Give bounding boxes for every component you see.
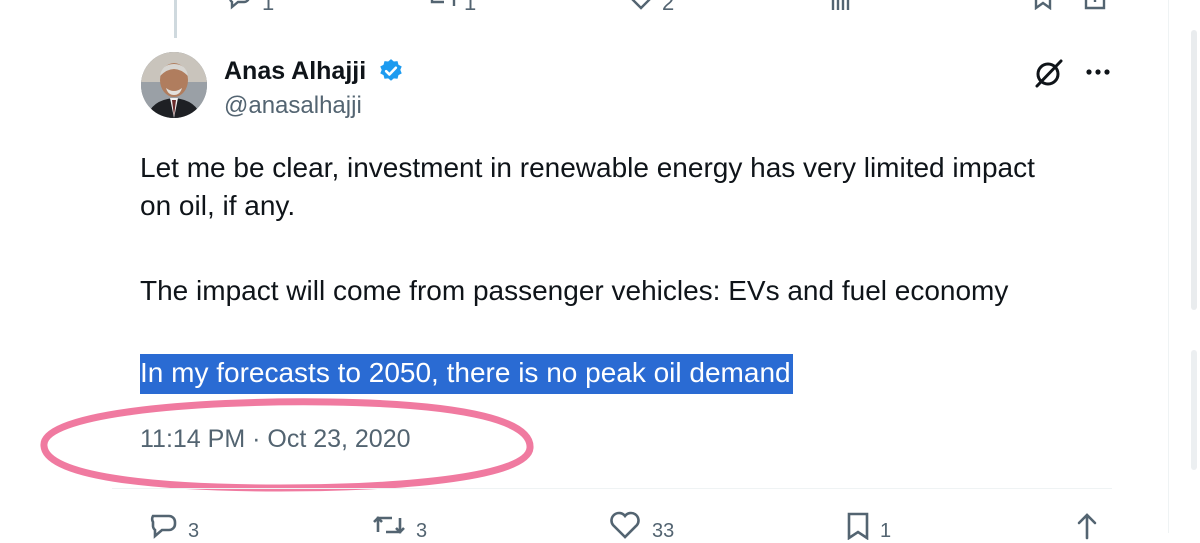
tweet-text-line: on oil, if any. bbox=[140, 190, 296, 221]
bookmark-icon[interactable] bbox=[1031, 0, 1055, 10]
scrollbar[interactable] bbox=[1191, 30, 1197, 310]
author-name[interactable]: Anas Alhajji bbox=[224, 57, 366, 86]
share-icon bbox=[1077, 513, 1097, 540]
reply-count: 3 bbox=[188, 520, 200, 542]
share-icon[interactable] bbox=[1082, 0, 1108, 10]
bookmark-count: 1 bbox=[880, 520, 892, 542]
tweet-text-line: Let me be clear, investment in renewable… bbox=[140, 152, 1035, 183]
previous-like-count: 2 bbox=[662, 0, 675, 15]
avatar[interactable] bbox=[141, 52, 207, 118]
tweet-text-line: The impact will come from passenger vehi… bbox=[140, 275, 1009, 306]
like-button[interactable]: 33 bbox=[608, 510, 688, 542]
reply-icon bbox=[150, 514, 177, 539]
share-button[interactable] bbox=[1074, 510, 1104, 540]
verified-badge-icon bbox=[380, 59, 402, 81]
selected-tweet-text: In my forecasts to 2050, there is no pea… bbox=[140, 354, 793, 394]
previous-repost-count: 1 bbox=[464, 0, 477, 15]
views-icon[interactable] bbox=[830, 0, 852, 10]
bookmark-icon bbox=[847, 512, 869, 540]
repost-icon[interactable] bbox=[428, 0, 458, 10]
like-icon bbox=[610, 511, 640, 539]
like-icon[interactable] bbox=[626, 0, 656, 10]
more-options-icon[interactable] bbox=[1084, 62, 1112, 82]
like-count: 33 bbox=[652, 520, 675, 542]
tweet-timestamp[interactable]: 11:14 PM · Oct 23, 2020 bbox=[140, 425, 411, 454]
reply-button[interactable]: 3 bbox=[148, 510, 218, 542]
tweet-page: 1 1 2 Anas Alhajji @anasalhajji Let me b… bbox=[0, 0, 1200, 542]
repost-icon bbox=[373, 516, 405, 534]
previous-tweet-actions: 1 1 2 bbox=[0, 0, 1200, 15]
timeline-border bbox=[1168, 0, 1169, 533]
repost-count: 3 bbox=[416, 520, 428, 542]
scrollbar-lower[interactable] bbox=[1191, 350, 1197, 470]
bookmark-button[interactable]: 1 bbox=[844, 510, 904, 542]
author-handle[interactable]: @anasalhajji bbox=[224, 92, 362, 120]
grok-icon[interactable] bbox=[1033, 57, 1065, 89]
repost-button[interactable]: 3 bbox=[372, 510, 442, 542]
previous-reply-count: 1 bbox=[262, 0, 275, 15]
reply-icon[interactable] bbox=[226, 0, 252, 10]
divider bbox=[112, 488, 1112, 489]
